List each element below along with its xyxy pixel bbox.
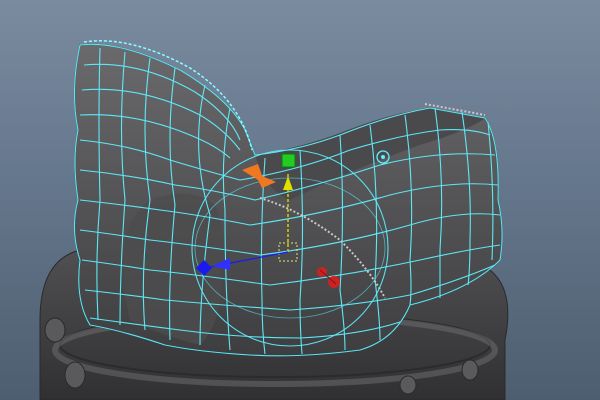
base-stud <box>44 317 66 343</box>
3d-viewport[interactable] <box>0 0 600 400</box>
viewport-scene[interactable] <box>0 0 600 400</box>
base-stud <box>399 375 417 395</box>
y-axis-handle[interactable] <box>281 153 296 168</box>
base-stud <box>64 361 86 389</box>
base-stud <box>461 359 479 381</box>
